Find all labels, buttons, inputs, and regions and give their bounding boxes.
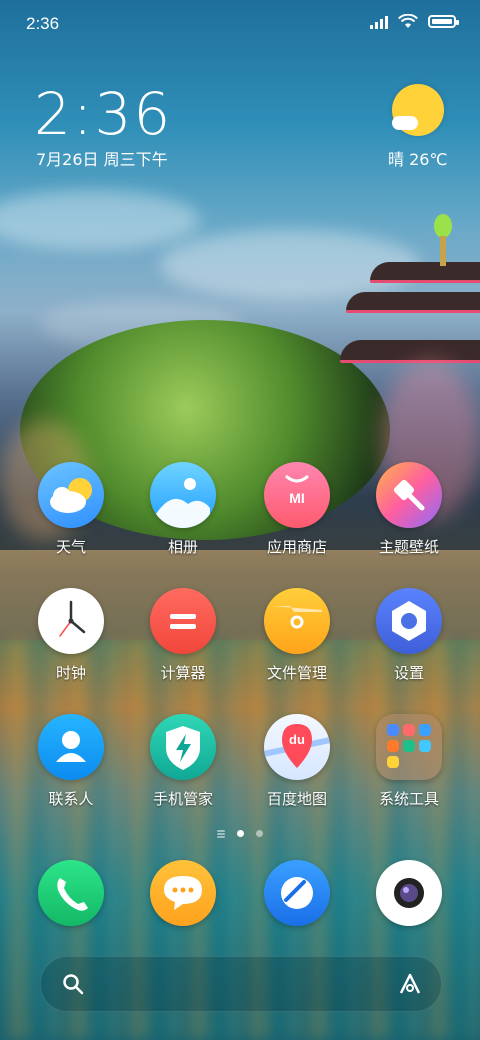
app-security[interactable]: 手机管家 [128,714,238,809]
app-contacts[interactable]: 联系人 [16,714,126,809]
app-label: 天气 [55,538,86,556]
app-label: 时钟 [55,664,86,682]
search-bar[interactable] [40,956,442,1012]
app-label: 联系人 [48,790,94,808]
clock-app-icon [38,588,104,654]
settings-icon [376,588,442,654]
messages-icon [150,860,216,926]
app-label: 系统工具 [378,790,439,808]
app-clock[interactable]: 时钟 [16,588,126,683]
app-gallery[interactable]: 相册 [128,462,238,557]
contacts-icon [38,714,104,780]
clock-widget-date[interactable]: 7月26日 周三下午 [36,146,168,170]
weather-widget-text[interactable]: 晴 26℃ [388,146,447,170]
phone-icon [38,860,104,926]
calculator-icon [150,588,216,654]
file-manager-icon [264,588,330,654]
battery-icon [428,15,459,28]
dock-browser[interactable] [242,860,352,926]
svg-text:MI: MI [289,490,305,506]
app-label: 百度地图 [266,790,327,808]
baidu-maps-icon: du [264,714,330,780]
weather-app-icon [38,462,104,528]
status-bar: 2:36 [0,0,480,50]
app-label: 设置 [393,664,424,682]
svg-text:du: du [289,732,305,747]
app-label: 主题壁纸 [378,538,439,556]
app-label: 文件管理 [266,664,327,682]
clock-widget-time[interactable]: 2:36 [34,80,172,148]
app-store-icon: MI [264,462,330,528]
search-icon[interactable] [61,972,85,996]
security-icon [150,714,216,780]
app-label: 计算器 [160,664,206,682]
app-calculator[interactable]: 计算器 [128,588,238,683]
app-baidu-maps[interactable]: du 百度地图 [242,714,352,809]
page-list-icon[interactable] [217,832,225,835]
signal-icon [370,15,388,29]
page-dot-active[interactable] [237,830,244,837]
app-themes[interactable]: 主题壁纸 [354,462,464,557]
assistant-icon[interactable] [397,971,423,997]
app-settings[interactable]: 设置 [354,588,464,683]
weather-cloud-icon [392,116,418,130]
page-dot[interactable] [256,830,263,837]
status-time: 2:36 [26,14,60,33]
dock-phone[interactable] [16,860,126,926]
themes-icon [376,462,442,528]
gallery-app-icon [150,462,216,528]
camera-icon [376,860,442,926]
dock-camera[interactable] [354,860,464,926]
system-tools-folder-icon [376,714,442,780]
app-system-tools-folder[interactable]: 系统工具 [354,714,464,809]
page-indicator[interactable] [0,830,480,837]
app-weather[interactable]: 天气 [16,462,126,557]
dock-messages[interactable] [128,860,238,926]
app-store[interactable]: MI 应用商店 [242,462,352,557]
app-file-manager[interactable]: 文件管理 [242,588,352,683]
app-label: 相册 [167,538,198,556]
browser-icon [264,860,330,926]
wifi-icon [398,14,418,28]
app-label: 手机管家 [152,790,213,808]
app-label: 应用商店 [266,538,327,556]
